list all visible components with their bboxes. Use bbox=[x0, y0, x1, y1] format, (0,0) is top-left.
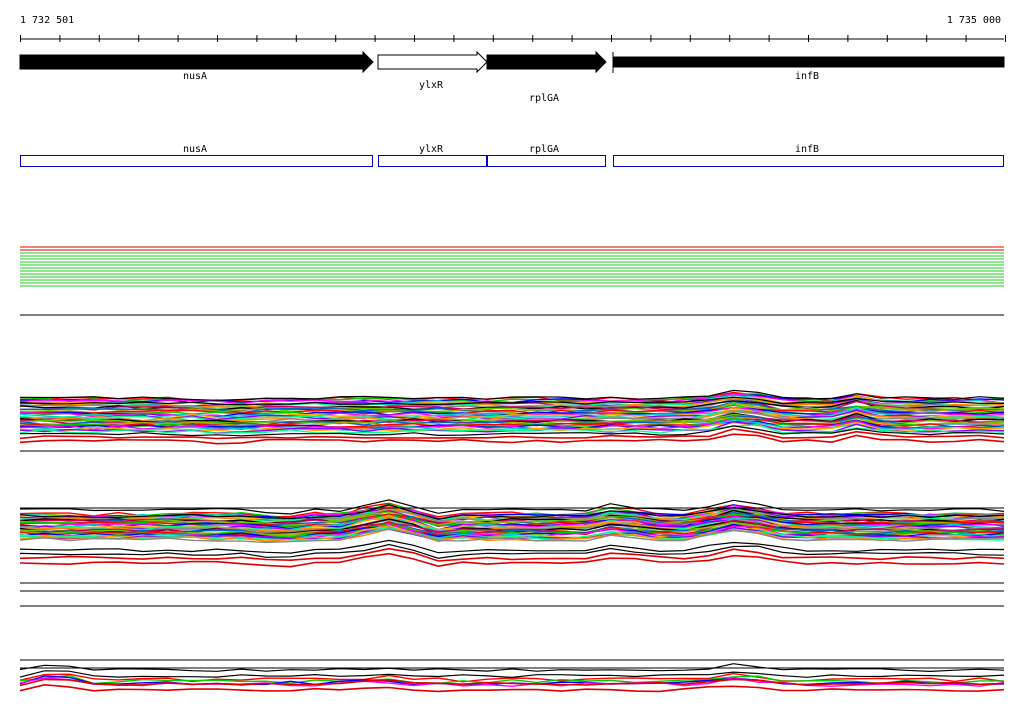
gene-region-track: nusA ylxR rplGA infB bbox=[20, 144, 1004, 167]
gene-label-rplGA: rplGA bbox=[529, 93, 559, 104]
region-label-ylxR: ylxR bbox=[419, 144, 444, 155]
region-label-rplGA: rplGA bbox=[529, 144, 559, 155]
signal-profile-track-3 bbox=[19, 659, 1005, 693]
genome-track-canvas[interactable]: 1 732 501 1 735 000 nusA ylxR rplGA infB… bbox=[0, 0, 1024, 714]
region-label-nusA: nusA bbox=[183, 144, 207, 155]
signal-profile-track-1 bbox=[19, 389, 1005, 452]
profile-line bbox=[19, 670, 1005, 679]
gene-arrow-ylxR[interactable] bbox=[377, 50, 488, 74]
ruler-start-label: 1 732 501 bbox=[20, 15, 74, 26]
gene-arrow-rplGA[interactable] bbox=[486, 50, 607, 74]
ruler-end-label: 1 735 000 bbox=[947, 15, 1001, 26]
gene-label-nusA: nusA bbox=[183, 71, 207, 82]
gene-arrow-infB[interactable] bbox=[612, 56, 1005, 68]
gene-label-ylxR: ylxR bbox=[419, 80, 444, 91]
gene-annotation-track: nusA ylxR rplGA infB bbox=[19, 50, 1005, 104]
position-ruler: 1 732 501 1 735 000 bbox=[20, 15, 1006, 42]
signal-profile-track-2 bbox=[19, 499, 1005, 607]
flat-signal-track bbox=[20, 246, 1004, 316]
region-label-infB: infB bbox=[795, 144, 819, 155]
profile-line bbox=[19, 433, 1005, 445]
region-box-ylxR[interactable] bbox=[378, 155, 487, 167]
gene-arrow-nusA[interactable] bbox=[19, 50, 374, 74]
genome-browser: 1 732 501 1 735 000 nusA ylxR rplGA infB… bbox=[0, 0, 1024, 714]
region-box-rplGA[interactable] bbox=[487, 155, 606, 167]
profile-line bbox=[19, 539, 1005, 554]
region-box-nusA[interactable] bbox=[20, 155, 373, 167]
region-box-infB[interactable] bbox=[613, 155, 1004, 167]
gene-label-infB: infB bbox=[795, 71, 819, 82]
